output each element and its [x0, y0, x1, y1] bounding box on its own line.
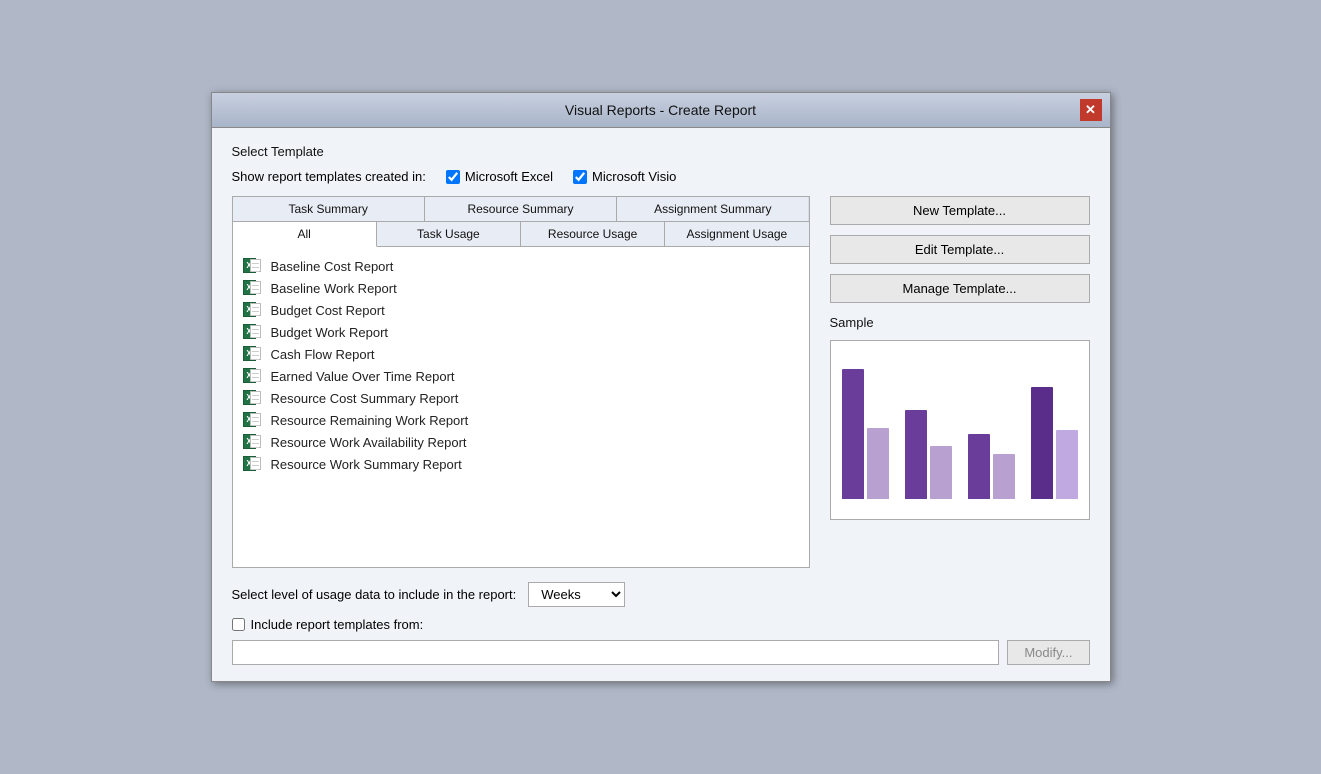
visio-checkbox-label[interactable]: Microsoft Visio	[573, 169, 676, 184]
chart-bar-group	[968, 434, 1015, 499]
excel-icon: X	[243, 258, 263, 274]
tab-resource-usage[interactable]: Resource Usage	[521, 222, 665, 246]
include-checkbox[interactable]	[232, 618, 245, 631]
excel-icon: X	[243, 280, 263, 296]
report-item-label: Resource Remaining Work Report	[271, 413, 469, 428]
excel-icon: X	[243, 324, 263, 340]
chart-bar-group	[1031, 387, 1078, 499]
excel-icon: X	[243, 302, 263, 318]
chart-bar	[1056, 430, 1078, 499]
excel-icon: X	[243, 390, 263, 406]
list-item[interactable]: X Cash Flow Report	[239, 343, 803, 365]
edit-template-button[interactable]: Edit Template...	[830, 235, 1090, 264]
main-area: Task Summary Resource Summary Assignment…	[232, 196, 1090, 568]
include-label: Include report templates from:	[251, 617, 424, 632]
manage-template-button[interactable]: Manage Template...	[830, 274, 1090, 303]
tab-assignment-summary[interactable]: Assignment Summary	[617, 197, 808, 221]
chart-bar-group	[842, 369, 889, 499]
close-button[interactable]: ✕	[1080, 99, 1102, 121]
report-item-label: Earned Value Over Time Report	[271, 369, 455, 384]
tab-task-summary[interactable]: Task Summary	[233, 197, 425, 221]
excel-label: Microsoft Excel	[465, 169, 553, 184]
tab-all[interactable]: All	[233, 222, 377, 247]
checkbox-row: Show report templates created in: Micros…	[232, 169, 1090, 184]
right-panel: New Template... Edit Template... Manage …	[830, 196, 1090, 520]
usage-row: Select level of usage data to include in…	[232, 582, 1090, 607]
bottom-section: Select level of usage data to include in…	[232, 582, 1090, 665]
new-template-button[interactable]: New Template...	[830, 196, 1090, 225]
tab-container: Task Summary Resource Summary Assignment…	[232, 196, 810, 568]
chart-bar	[905, 410, 927, 499]
report-item-label: Resource Work Summary Report	[271, 457, 462, 472]
report-item-label: Baseline Work Report	[271, 281, 397, 296]
left-panel: Task Summary Resource Summary Assignment…	[232, 196, 810, 568]
excel-checkbox[interactable]	[446, 170, 460, 184]
list-item[interactable]: X Baseline Work Report	[239, 277, 803, 299]
chart-bar	[930, 446, 952, 499]
select-template-label: Select Template	[232, 144, 1090, 159]
path-input[interactable]	[232, 640, 1000, 665]
chart-bar	[842, 369, 864, 499]
visio-checkbox[interactable]	[573, 170, 587, 184]
top-tab-row: Task Summary Resource Summary Assignment…	[233, 197, 809, 222]
excel-icon: X	[243, 368, 263, 384]
chart-bar	[968, 434, 990, 499]
modify-button[interactable]: Modify...	[1007, 640, 1089, 665]
list-item[interactable]: X Budget Work Report	[239, 321, 803, 343]
report-list: X Baseline Cost Report X Baseline Work Repo…	[233, 247, 809, 567]
dialog-content: Select Template Show report templates cr…	[212, 128, 1110, 681]
report-item-label: Budget Cost Report	[271, 303, 385, 318]
excel-checkbox-label[interactable]: Microsoft Excel	[446, 169, 553, 184]
sample-label: Sample	[830, 315, 1090, 330]
list-item[interactable]: X Baseline Cost Report	[239, 255, 803, 277]
chart-bar	[1031, 387, 1053, 499]
report-item-label: Resource Cost Summary Report	[271, 391, 459, 406]
main-window: Visual Reports - Create Report ✕ Select …	[211, 92, 1111, 682]
show-templates-label: Show report templates created in:	[232, 169, 426, 184]
usage-label: Select level of usage data to include in…	[232, 587, 517, 602]
list-item[interactable]: X Budget Cost Report	[239, 299, 803, 321]
path-row: Modify...	[232, 640, 1090, 665]
list-item[interactable]: X Resource Work Availability Report	[239, 431, 803, 453]
bottom-tab-row: All Task Usage Resource Usage Assignment…	[233, 222, 809, 247]
list-item[interactable]: X Resource Cost Summary Report	[239, 387, 803, 409]
usage-select[interactable]: WeeksDaysMonthsYears	[528, 582, 625, 607]
chart-bar	[867, 428, 889, 499]
excel-icon: X	[243, 412, 263, 428]
report-item-label: Baseline Cost Report	[271, 259, 394, 274]
list-item[interactable]: X Resource Work Summary Report	[239, 453, 803, 475]
excel-icon: X	[243, 456, 263, 472]
list-item[interactable]: X Earned Value Over Time Report	[239, 365, 803, 387]
sample-chart-wrapper	[830, 340, 1090, 520]
excel-icon: X	[243, 346, 263, 362]
excel-icon: X	[243, 434, 263, 450]
title-bar: Visual Reports - Create Report ✕	[212, 93, 1110, 128]
sample-chart	[830, 340, 1090, 520]
visio-label: Microsoft Visio	[592, 169, 676, 184]
report-item-label: Cash Flow Report	[271, 347, 375, 362]
tab-resource-summary[interactable]: Resource Summary	[425, 197, 617, 221]
tab-assignment-usage[interactable]: Assignment Usage	[665, 222, 808, 246]
tab-task-usage[interactable]: Task Usage	[377, 222, 521, 246]
window-title: Visual Reports - Create Report	[242, 102, 1080, 118]
include-row: Include report templates from:	[232, 617, 1090, 632]
report-item-label: Resource Work Availability Report	[271, 435, 467, 450]
list-item[interactable]: X Resource Remaining Work Report	[239, 409, 803, 431]
report-item-label: Budget Work Report	[271, 325, 389, 340]
chart-bar-group	[905, 410, 952, 499]
chart-bar	[993, 454, 1015, 499]
